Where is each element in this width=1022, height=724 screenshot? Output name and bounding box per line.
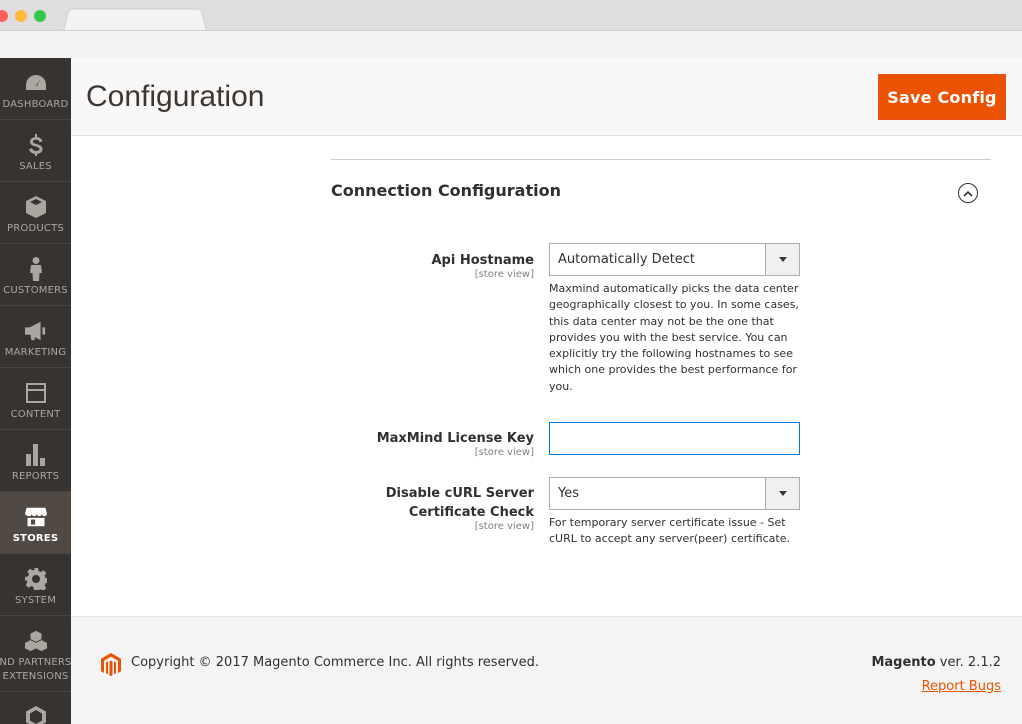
sidebar-item-partners-extensions[interactable]: ND PARTNERS EXTENSIONS [0,616,71,692]
gear-icon [24,568,47,590]
save-config-button[interactable]: Save Config [878,74,1006,120]
admin-sidebar: DASHBOARD SALES PRODUCTS CUSTOMERS MARKE… [0,58,71,724]
section-divider [331,159,991,160]
disable-curl-select[interactable]: Yes [549,477,800,510]
api-hostname-scope: [store view] [474,269,534,280]
bar-chart-icon [25,444,47,466]
page-header: Configuration Save Config [71,58,1022,136]
sidebar-item-marketing[interactable]: MARKETING [0,306,71,368]
sidebar-item-reports[interactable]: REPORTS [0,430,71,492]
api-hostname-value: Automatically Detect [558,252,696,267]
api-hostname-select[interactable]: Automatically Detect [549,243,800,276]
browser-toolbar [0,30,1022,58]
sidebar-item-stores[interactable]: STORES [0,492,71,554]
dollar-icon [25,134,47,156]
page-footer: Copyright © 2017 Magento Commerce Inc. A… [71,616,1022,724]
version-number: ver. 2.1.2 [935,655,1001,670]
browser-tab[interactable] [63,8,207,31]
magento-logo-icon [101,653,121,677]
sidebar-label-line1: ND PARTNERS [0,657,72,668]
person-icon [25,257,47,281]
disable-curl-label-line1: Disable cURL Server [385,486,534,501]
license-key-scope: [store view] [474,447,534,458]
sidebar-item-customers[interactable]: CUSTOMERS [0,244,71,306]
version-info: Magento ver. 2.1.2 [871,655,1001,670]
browser-chrome [0,0,1022,58]
license-key-label: MaxMind License Key [376,431,534,446]
sidebar-item-dashboard[interactable]: DASHBOARD [0,58,71,120]
api-hostname-note: Maxmind automatically picks the data cen… [549,282,799,393]
box-icon [25,196,47,218]
close-window-button[interactable] [0,10,8,22]
sidebar-item-more[interactable] [0,692,71,724]
sidebar-item-sales[interactable]: SALES [0,120,71,182]
dashboard-icon [25,72,47,94]
sidebar-item-content[interactable]: CONTENT [0,368,71,430]
cubes-icon [24,630,47,652]
report-bugs-link[interactable]: Report Bugs [922,679,1001,694]
layout-icon [25,382,47,404]
brand-name: Magento [871,655,936,670]
sidebar-item-products[interactable]: PRODUCTS [0,182,71,244]
hexagon-icon [25,706,47,724]
disable-curl-note: For temporary server certificate issue -… [549,516,790,546]
section-title[interactable]: Connection Configuration [331,181,561,200]
megaphone-icon [24,320,47,342]
browser-tabbar [0,0,1022,31]
config-content: Connection Configuration Api Hostname [s… [71,136,1022,616]
dropdown-arrow-icon [765,478,799,509]
maximize-window-button[interactable] [34,10,46,22]
copyright-text: Copyright © 2017 Magento Commerce Inc. A… [131,655,539,670]
store-icon [24,506,47,528]
minimize-window-button[interactable] [15,10,27,22]
disable-curl-value: Yes [558,486,579,501]
disable-curl-label: Disable cURL Server Certificate Check [386,484,534,522]
disable-curl-label-line2: Certificate Check [408,505,534,520]
api-hostname-label: Api Hostname [431,253,534,268]
sidebar-label-line2: EXTENSIONS [2,671,69,682]
window-controls [0,10,46,22]
license-key-input[interactable] [549,422,800,455]
dropdown-arrow-icon [765,244,799,275]
sidebar-item-system[interactable]: SYSTEM [0,554,71,616]
chevron-up-icon[interactable] [958,183,978,203]
page-title: Configuration [86,80,265,113]
disable-curl-scope: [store view] [474,521,534,532]
